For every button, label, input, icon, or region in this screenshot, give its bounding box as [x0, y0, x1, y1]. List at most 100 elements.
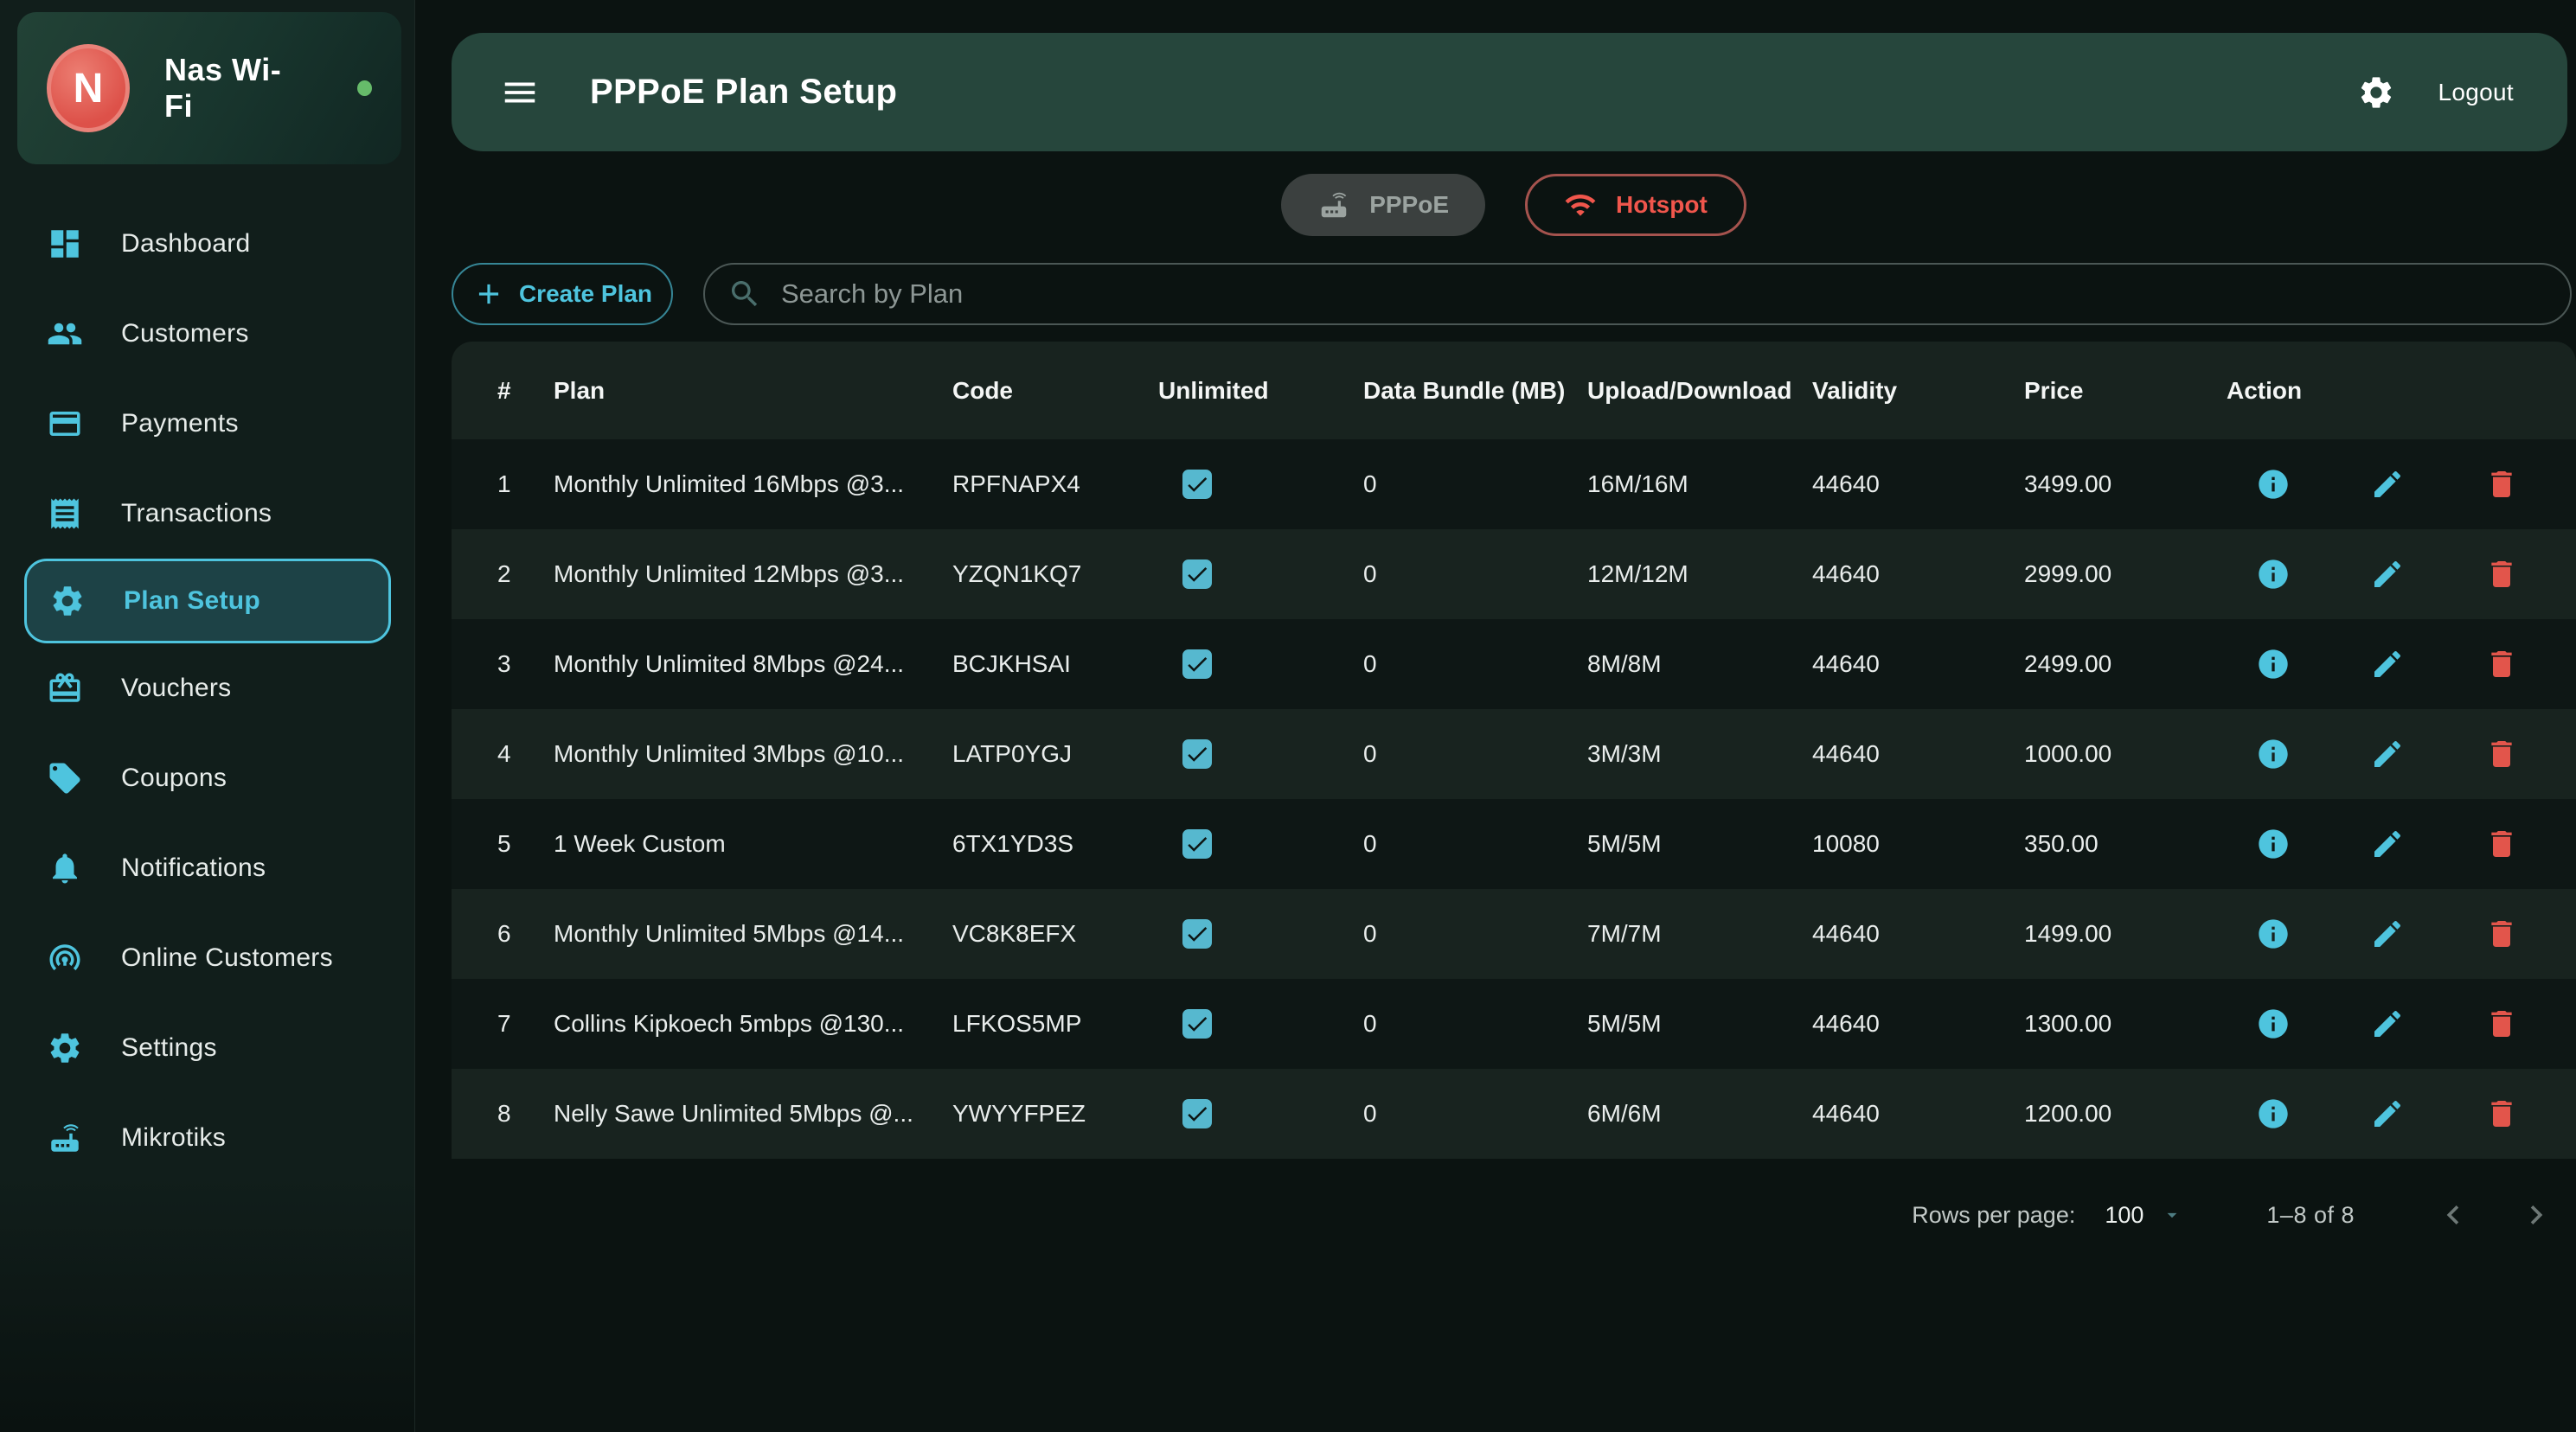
edit-icon[interactable] [2370, 737, 2405, 771]
dashboard-icon [47, 226, 83, 262]
search-icon [727, 277, 762, 311]
online-status-dot [357, 80, 372, 96]
sidebar-item-online-customers[interactable]: Online Customers [0, 913, 415, 1003]
info-icon[interactable] [2256, 737, 2291, 771]
cell-code: RPFNAPX4 [952, 470, 1158, 498]
create-plan-label: Create Plan [519, 280, 652, 308]
sidebar-nav: Dashboard Customers Payments Transaction… [0, 199, 415, 1183]
cell-validity: 44640 [1812, 920, 2024, 948]
brand-card: N Nas Wi-Fi [17, 12, 401, 164]
create-plan-button[interactable]: Create Plan [452, 263, 673, 325]
delete-icon[interactable] [2484, 917, 2519, 951]
sidebar-item-coupons[interactable]: Coupons [0, 733, 415, 823]
cell-actions [2227, 557, 2576, 591]
cell-plan: Collins Kipkoech 5mbps @130... [554, 1010, 952, 1038]
delete-icon[interactable] [2484, 1007, 2519, 1041]
cell-num: 6 [452, 920, 554, 948]
cell-code: YWYYFPEZ [952, 1100, 1158, 1128]
page-range-label: 1–8 of 8 [2266, 1202, 2355, 1229]
sidebar-item-vouchers[interactable]: Vouchers [0, 643, 415, 733]
edit-icon[interactable] [2370, 1096, 2405, 1131]
cell-num: 5 [452, 830, 554, 858]
sidebar-item-label: Payments [121, 409, 239, 438]
unlimited-checkbox[interactable] [1182, 470, 1212, 499]
sidebar-item-plan-setup[interactable]: Plan Setup [24, 559, 391, 643]
sidebar-item-mikrotiks[interactable]: Mikrotiks [0, 1093, 415, 1183]
sidebar-item-customers[interactable]: Customers [0, 289, 415, 379]
delete-icon[interactable] [2484, 737, 2519, 771]
sidebar-item-label: Coupons [121, 764, 227, 793]
edit-icon[interactable] [2370, 827, 2405, 861]
sidebar-item-settings[interactable]: Settings [0, 1003, 415, 1093]
sidebar-item-transactions[interactable]: Transactions [0, 469, 415, 559]
delete-icon[interactable] [2484, 1096, 2519, 1131]
tab-hotspot[interactable]: Hotspot [1525, 174, 1746, 236]
cell-validity: 44640 [1812, 740, 2024, 768]
cell-upload-download: 7M/7M [1587, 920, 1812, 948]
delete-icon[interactable] [2484, 827, 2519, 861]
info-icon[interactable] [2256, 827, 2291, 861]
edit-icon[interactable] [2370, 467, 2405, 502]
cell-validity: 44640 [1812, 1100, 2024, 1128]
edit-icon[interactable] [2370, 557, 2405, 591]
avatar: N [47, 44, 130, 132]
next-page-button[interactable] [2517, 1196, 2555, 1234]
search-input[interactable] [781, 278, 2547, 310]
col-num: # [452, 377, 554, 405]
menu-icon[interactable] [500, 73, 540, 112]
cell-price: 350.00 [2024, 830, 2227, 858]
unlimited-checkbox[interactable] [1182, 1099, 1212, 1128]
col-code: Code [952, 377, 1158, 405]
tag-icon [47, 760, 83, 796]
cell-code: YZQN1KQ7 [952, 560, 1158, 588]
info-icon[interactable] [2256, 917, 2291, 951]
info-icon[interactable] [2256, 1007, 2291, 1041]
sidebar-item-dashboard[interactable]: Dashboard [0, 199, 415, 289]
receipt-icon [47, 495, 83, 532]
rows-per-page-value: 100 [2105, 1202, 2143, 1229]
unlimited-checkbox[interactable] [1182, 829, 1212, 859]
cell-actions [2227, 467, 2576, 502]
rows-per-page-label: Rows per page: [1912, 1202, 2075, 1229]
delete-icon[interactable] [2484, 467, 2519, 502]
col-action: Action [2227, 377, 2576, 405]
info-icon[interactable] [2256, 467, 2291, 502]
sidebar-item-notifications[interactable]: Notifications [0, 823, 415, 913]
cell-num: 3 [452, 650, 554, 678]
delete-icon[interactable] [2484, 647, 2519, 681]
edit-icon[interactable] [2370, 1007, 2405, 1041]
redeem-icon [47, 670, 83, 706]
cell-actions [2227, 917, 2576, 951]
logout-button[interactable]: Logout [2438, 79, 2514, 106]
info-icon[interactable] [2256, 647, 2291, 681]
cell-price: 2999.00 [2024, 560, 2227, 588]
cell-upload-download: 5M/5M [1587, 830, 1812, 858]
sidebar-item-label: Customers [121, 319, 249, 348]
table-row: 7 Collins Kipkoech 5mbps @130... LFKOS5M… [452, 979, 2576, 1069]
previous-page-button[interactable] [2434, 1196, 2472, 1234]
info-icon[interactable] [2256, 1096, 2291, 1131]
info-icon[interactable] [2256, 557, 2291, 591]
cell-unlimited [1158, 919, 1363, 949]
edit-icon[interactable] [2370, 647, 2405, 681]
edit-icon[interactable] [2370, 917, 2405, 951]
tab-pppoe[interactable]: PPPoE [1281, 174, 1485, 236]
unlimited-checkbox[interactable] [1182, 919, 1212, 949]
sidebar-item-label: Plan Setup [124, 586, 260, 616]
check-icon [1184, 831, 1210, 857]
unlimited-checkbox[interactable] [1182, 559, 1212, 589]
tab-pppoe-label: PPPoE [1369, 191, 1449, 219]
rows-per-page-select[interactable]: 100 [2105, 1202, 2183, 1229]
unlimited-checkbox[interactable] [1182, 739, 1212, 769]
delete-icon[interactable] [2484, 557, 2519, 591]
cell-price: 1499.00 [2024, 920, 2227, 948]
sidebar-item-payments[interactable]: Payments [0, 379, 415, 469]
cell-data-bundle: 0 [1363, 740, 1587, 768]
settings-gear-icon[interactable] [2357, 74, 2395, 112]
unlimited-checkbox[interactable] [1182, 649, 1212, 679]
col-upload-download: Upload/Download [1587, 377, 1812, 405]
unlimited-checkbox[interactable] [1182, 1009, 1212, 1039]
check-icon [1184, 561, 1210, 587]
router-icon [47, 1120, 83, 1156]
cell-data-bundle: 0 [1363, 920, 1587, 948]
